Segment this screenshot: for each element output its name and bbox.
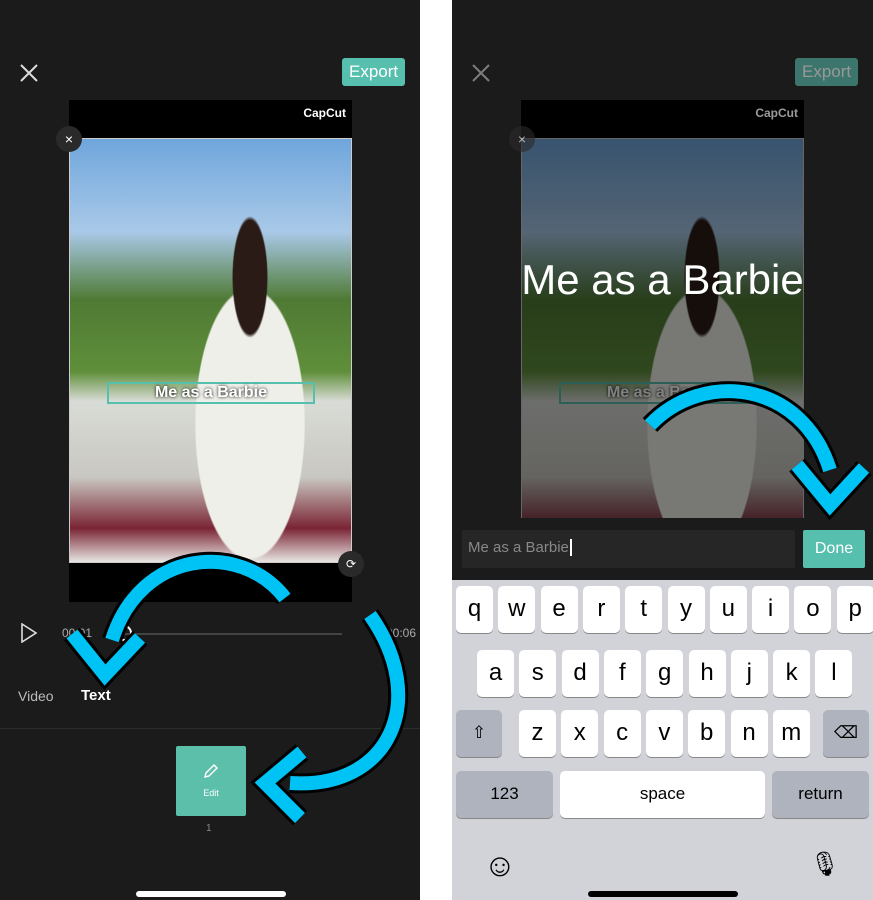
editor-panel: Export CapCut Me as a Barbie × ⟳ 00:01 0… <box>0 0 420 900</box>
annotation-arrows <box>64 551 409 826</box>
annotation-arrows <box>642 381 872 521</box>
text-edit-panel: Export CapCut Me as a Barbie × Me as a B… <box>452 0 873 900</box>
